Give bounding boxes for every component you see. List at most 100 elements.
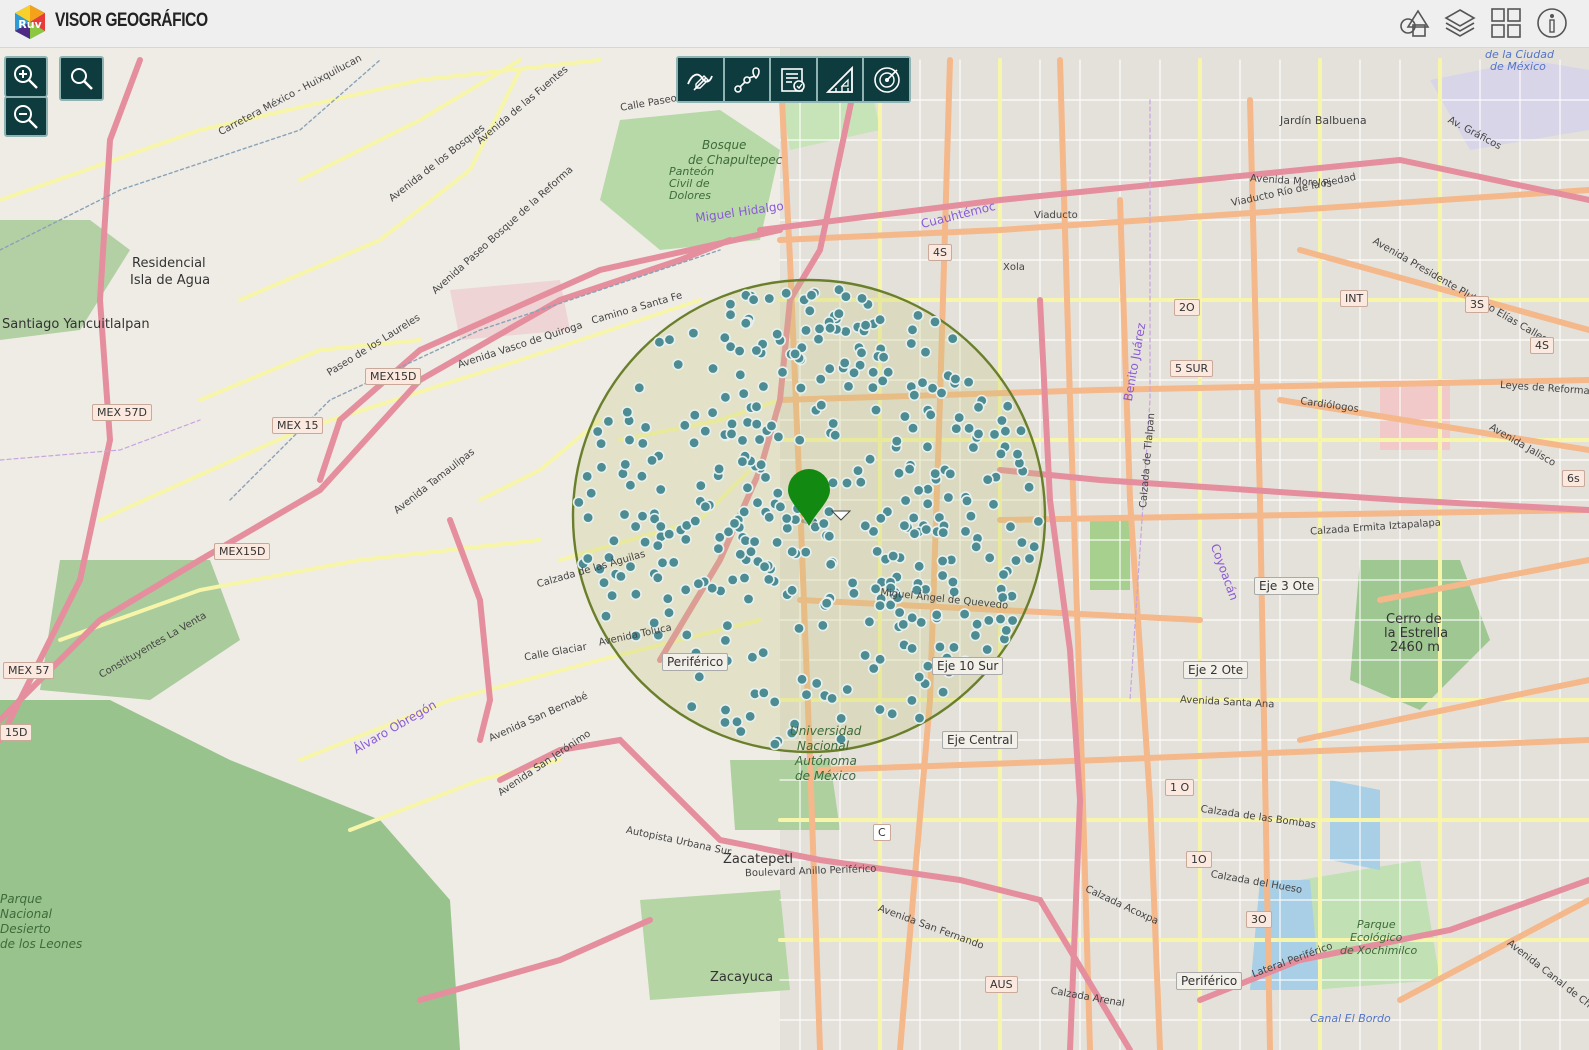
result-point[interactable]: [913, 712, 926, 725]
result-point[interactable]: [1000, 624, 1013, 637]
result-point[interactable]: [898, 410, 911, 423]
zoom-in-button[interactable]: [4, 56, 48, 97]
result-point[interactable]: [874, 653, 887, 666]
result-point[interactable]: [758, 560, 771, 573]
result-point[interactable]: [726, 573, 739, 586]
result-point[interactable]: [921, 440, 934, 453]
result-point[interactable]: [854, 476, 867, 489]
result-point[interactable]: [981, 473, 994, 486]
search-button[interactable]: [59, 56, 104, 101]
result-point[interactable]: [816, 619, 829, 632]
result-point[interactable]: [738, 505, 751, 518]
result-point[interactable]: [687, 327, 700, 340]
result-point[interactable]: [839, 290, 852, 303]
result-point[interactable]: [774, 500, 787, 513]
result-point[interactable]: [713, 462, 726, 475]
result-point[interactable]: [847, 587, 860, 600]
tool-report[interactable]: [771, 58, 816, 101]
result-point[interactable]: [981, 643, 994, 656]
result-point[interactable]: [639, 421, 652, 434]
result-point[interactable]: [719, 391, 732, 404]
result-point[interactable]: [663, 528, 676, 541]
result-point[interactable]: [1023, 481, 1036, 494]
result-point[interactable]: [679, 583, 692, 596]
result-point[interactable]: [899, 494, 912, 507]
result-point[interactable]: [924, 408, 937, 421]
result-point[interactable]: [949, 372, 962, 385]
result-point[interactable]: [699, 500, 712, 513]
result-point[interactable]: [794, 381, 807, 394]
result-point[interactable]: [812, 333, 825, 346]
result-point[interactable]: [750, 344, 763, 357]
result-point[interactable]: [1004, 520, 1017, 533]
result-point[interactable]: [781, 522, 794, 535]
result-point[interactable]: [789, 347, 802, 360]
result-point[interactable]: [678, 419, 691, 432]
result-point[interactable]: [841, 683, 854, 696]
result-point[interactable]: [663, 333, 676, 346]
result-point[interactable]: [636, 510, 649, 523]
result-point[interactable]: [886, 707, 899, 720]
result-point[interactable]: [930, 608, 943, 621]
result-point[interactable]: [585, 487, 598, 500]
result-point[interactable]: [908, 389, 921, 402]
result-point[interactable]: [967, 441, 980, 454]
result-point[interactable]: [786, 584, 799, 597]
result-point[interactable]: [946, 575, 959, 588]
result-point[interactable]: [746, 651, 759, 664]
tool-route[interactable]: [724, 58, 770, 101]
result-point[interactable]: [1023, 552, 1036, 565]
result-point[interactable]: [651, 539, 664, 552]
result-point[interactable]: [737, 387, 750, 400]
result-point[interactable]: [933, 640, 946, 653]
result-point[interactable]: [688, 436, 701, 449]
result-point[interactable]: [582, 511, 595, 524]
result-point[interactable]: [692, 577, 705, 590]
result-point[interactable]: [982, 614, 995, 627]
result-point[interactable]: [639, 536, 652, 549]
result-point[interactable]: [906, 611, 919, 624]
result-point[interactable]: [994, 612, 1007, 625]
result-point[interactable]: [962, 376, 975, 389]
result-point[interactable]: [912, 484, 925, 497]
result-point[interactable]: [591, 425, 604, 438]
result-point[interactable]: [903, 463, 916, 476]
result-point[interactable]: [629, 588, 642, 601]
shapes-button[interactable]: [1396, 5, 1432, 41]
result-point[interactable]: [656, 556, 669, 569]
result-point[interactable]: [959, 525, 972, 538]
tool-measure[interactable]: [817, 58, 863, 101]
result-point[interactable]: [599, 610, 612, 623]
result-point[interactable]: [944, 467, 957, 480]
result-point[interactable]: [662, 606, 675, 619]
result-point[interactable]: [786, 545, 799, 558]
result-point[interactable]: [826, 692, 839, 705]
result-point[interactable]: [953, 411, 966, 424]
result-point[interactable]: [840, 476, 853, 489]
result-point[interactable]: [768, 738, 781, 751]
result-point[interactable]: [972, 401, 985, 414]
result-point[interactable]: [970, 540, 983, 553]
result-point[interactable]: [747, 293, 760, 306]
result-point[interactable]: [803, 304, 816, 317]
result-point[interactable]: [937, 686, 950, 699]
result-point[interactable]: [654, 483, 667, 496]
result-point[interactable]: [706, 582, 719, 595]
result-point[interactable]: [581, 552, 594, 565]
result-point[interactable]: [815, 399, 828, 412]
result-point[interactable]: [679, 533, 692, 546]
result-point[interactable]: [864, 453, 877, 466]
result-point[interactable]: [736, 455, 749, 468]
result-point[interactable]: [897, 618, 910, 631]
result-point[interactable]: [829, 429, 842, 442]
result-point[interactable]: [921, 497, 934, 510]
result-point[interactable]: [987, 498, 1000, 511]
result-point[interactable]: [871, 545, 884, 558]
result-point[interactable]: [972, 427, 985, 440]
result-point[interactable]: [693, 670, 706, 683]
result-point[interactable]: [964, 510, 977, 523]
result-point[interactable]: [699, 425, 712, 438]
result-point[interactable]: [820, 597, 833, 610]
result-point[interactable]: [963, 422, 976, 435]
result-point[interactable]: [744, 710, 757, 723]
